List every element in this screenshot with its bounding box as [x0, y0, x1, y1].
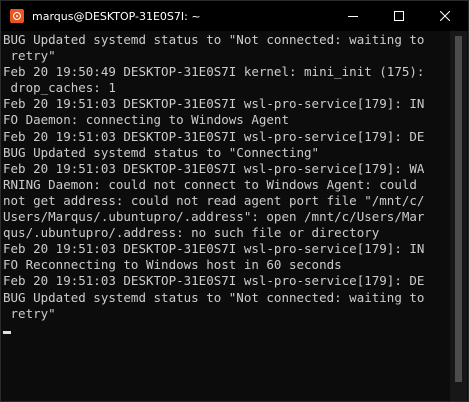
terminal-line: Feb 20 19:50:49 DESKTOP-31E0S7I kernel: …: [3, 64, 425, 80]
terminal-line: FO Reconnecting to Windows host in 60 se…: [3, 257, 342, 273]
text-cursor: [3, 331, 11, 334]
window-title: marqus@DESKTOP-31E0S7I: ~: [32, 9, 201, 23]
terminal-line: Feb 20 19:51:03 DESKTOP-31E0S7I wsl-pro-…: [3, 241, 425, 257]
terminal-line: BUG Updated systemd status to "Not conne…: [3, 32, 425, 47]
terminal-line: Feb 20 19:51:03 DESKTOP-31E0S7I wsl-pro-…: [3, 96, 425, 112]
terminal-line: retry": [3, 48, 56, 64]
terminal-window: marqus@DESKTOP-31E0S7I: ~ BUG Updated sy…: [0, 0, 469, 402]
maximize-button[interactable]: [376, 1, 422, 31]
terminal-line: Users/Marqus/.ubuntupro/.address": open …: [3, 209, 425, 225]
terminal-line: Feb 20 19:51:03 DESKTOP-31E0S7I wsl-pro-…: [3, 128, 425, 144]
terminal-line: drop_caches: 1: [3, 80, 116, 96]
terminal-line: BUG Updated systemd status to "Not conne…: [3, 289, 425, 305]
terminal-output: BUG Updated systemd status to "Not conne…: [2, 31, 450, 322]
ubuntu-icon[interactable]: [10, 9, 24, 23]
terminal-line: RNING Daemon: could not connect to Windo…: [3, 176, 417, 192]
terminal-line: BUG Updated systemd status to "Connectin…: [3, 144, 320, 160]
terminal-line: FO Daemon: connecting to Windows Agent: [3, 112, 289, 128]
title-bar[interactable]: marqus@DESKTOP-31E0S7I: ~: [1, 1, 468, 31]
terminal-line: not get address: could not read agent po…: [3, 192, 425, 208]
maximize-icon: [394, 11, 404, 21]
close-button[interactable]: [422, 1, 468, 31]
terminal-line: retry": [3, 305, 56, 321]
vertical-scrollbar[interactable]: [450, 31, 467, 401]
minimize-button[interactable]: [330, 1, 376, 31]
minimize-icon: [348, 16, 358, 17]
terminal-output-area[interactable]: BUG Updated systemd status to "Not conne…: [2, 31, 450, 401]
close-icon: [440, 11, 450, 21]
terminal-line: Feb 20 19:51:03 DESKTOP-31E0S7I wsl-pro-…: [3, 160, 425, 176]
terminal-line: Feb 20 19:51:03 DESKTOP-31E0S7I wsl-pro-…: [3, 273, 425, 289]
terminal-line: qus/.ubuntupro/.address: no such file or…: [3, 225, 380, 241]
scrollbar-thumb[interactable]: [455, 36, 462, 382]
